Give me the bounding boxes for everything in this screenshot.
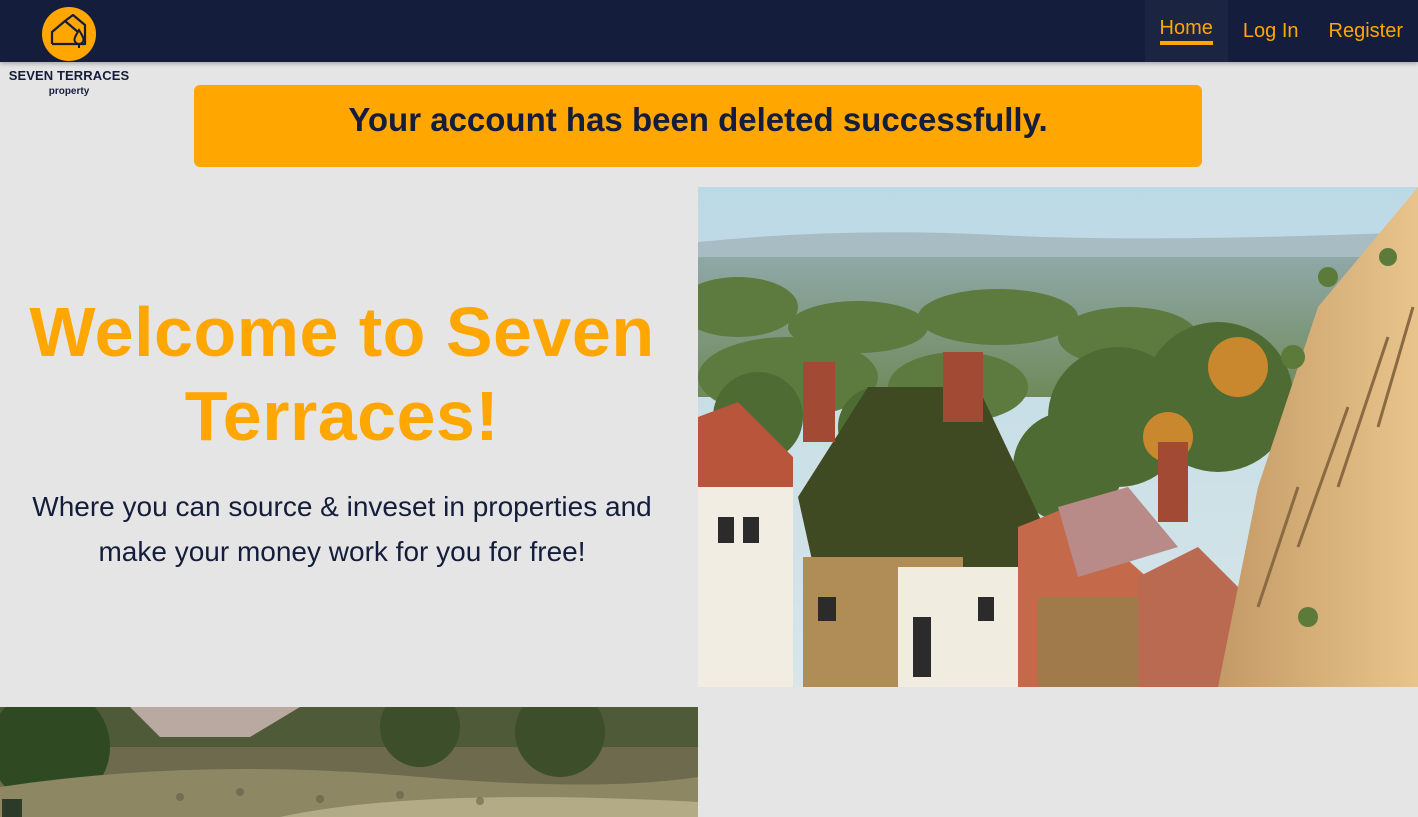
nav-login-link[interactable]: Log In [1228,0,1314,62]
hero-subtitle: Where you can source & inveset in proper… [32,484,651,574]
hero-subtitle-line2: make your money work for you for free! [98,536,586,567]
nav-register-link[interactable]: Register [1314,0,1418,62]
bottom-street-image [0,707,698,817]
nav-home-link[interactable]: Home [1144,0,1228,62]
brand-name: SEVEN TERRACES [8,68,130,83]
hero-text-section: Welcome to Seven Terraces! Where you can… [0,187,684,687]
nav-register-label: Register [1328,19,1403,42]
hero-village-image [698,187,1418,687]
hero-title: Welcome to Seven Terraces! [29,290,654,458]
hero-title-line1: Welcome to Seven [29,293,655,371]
nav-links: Home Log In Register [1144,0,1418,62]
nav-home-label: Home [1159,17,1213,45]
nav-login-label: Log In [1242,19,1299,42]
hero-subtitle-line1: Where you can source & inveset in proper… [32,491,652,522]
brand-logo[interactable]: SEVEN TERRACES property [0,6,138,102]
village-scene-illustration [698,187,1418,687]
brand-tagline: property [48,86,90,97]
cobbled-street-illustration [0,707,698,817]
house-drop-icon [42,7,96,61]
hero-title-line2: Terraces! [184,377,500,455]
top-navbar: Home Log In Register [0,0,1418,62]
alert-message: Your account has been deleted successful… [348,101,1048,138]
success-alert: Your account has been deleted successful… [194,85,1202,167]
